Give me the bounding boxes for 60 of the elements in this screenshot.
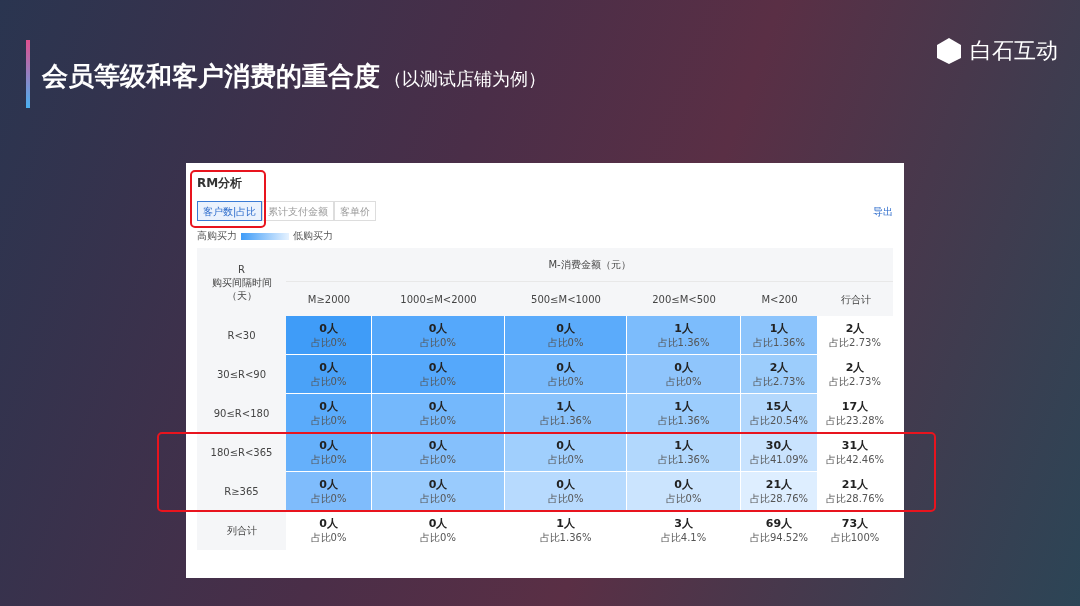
table-cell: 0人 占比0% bbox=[627, 472, 741, 511]
table-cell: 0人 占比0% bbox=[372, 433, 505, 472]
table-cell: 0人 占比0% bbox=[372, 316, 505, 355]
tab[interactable]: 客单价 bbox=[334, 201, 377, 221]
row-header: R≥365 bbox=[197, 472, 286, 511]
column-header: M<200 bbox=[760, 292, 799, 307]
table-cell: 2人 占比2.73% bbox=[818, 355, 893, 394]
table-cell: 0人 占比0% bbox=[286, 355, 372, 394]
table-cell: 31人 占比42.46% bbox=[818, 433, 893, 472]
row-header: R<30 bbox=[197, 316, 286, 355]
table-cell: 1人 占比1.36% bbox=[627, 316, 741, 355]
table-cell: 0人 占比0% bbox=[627, 355, 741, 394]
column-header: M≥2000 bbox=[306, 292, 352, 307]
row-header: 30≤R<90 bbox=[197, 355, 286, 394]
table-cell: 17人 占比23.28% bbox=[818, 394, 893, 433]
table-cell: 0人 占比0% bbox=[372, 472, 505, 511]
table-cell: 2人 占比2.73% bbox=[818, 316, 893, 355]
table-cell: 30人 占比41.09% bbox=[741, 433, 818, 472]
table-cell: 2人 占比2.73% bbox=[741, 355, 818, 394]
table-cell: 0人 占比0% bbox=[505, 316, 627, 355]
table-cell: 21人 占比28.76% bbox=[741, 472, 818, 511]
column-group-header: M-消费金额（元） bbox=[286, 248, 893, 282]
table-cell: 0人 占比0% bbox=[505, 472, 627, 511]
table-cell: 1人 占比1.36% bbox=[627, 394, 741, 433]
column-header: 200≤M<500 bbox=[651, 292, 717, 307]
row-header: 列合计 bbox=[197, 511, 286, 550]
legend-label: 高购买力 bbox=[197, 230, 237, 242]
column-header: 500≤M<1000 bbox=[530, 292, 602, 307]
table-cell: 1人 占比1.36% bbox=[505, 511, 627, 550]
table-cell: 1人 占比1.36% bbox=[505, 394, 627, 433]
table-cell: 0人 占比0% bbox=[505, 433, 627, 472]
table-cell: 0人 占比0% bbox=[372, 394, 505, 433]
logo-text: 白石互动 bbox=[970, 37, 1058, 65]
table-cell: 0人 占比0% bbox=[372, 355, 505, 394]
table-cell: 21人 占比28.76% bbox=[818, 472, 893, 511]
column-header: 行合计 bbox=[839, 292, 872, 307]
row-header: 180≤R<365 bbox=[197, 433, 286, 472]
table-cell: 1人 占比1.36% bbox=[627, 433, 741, 472]
row-header-title: R 购买间隔时间 （天） bbox=[210, 262, 273, 303]
tab[interactable]: 累计支付金额 bbox=[262, 201, 335, 221]
table-cell: 0人 占比0% bbox=[286, 316, 372, 355]
table-cell: 0人 占比0% bbox=[286, 472, 372, 511]
legend-label: 低购买力 bbox=[293, 230, 333, 242]
table-cell: 0人 占比0% bbox=[505, 355, 627, 394]
table-cell: 69人 占比94.52% bbox=[741, 511, 818, 550]
column-header: 1000≤M<2000 bbox=[399, 292, 478, 307]
panel-title: RM分析 bbox=[197, 175, 244, 191]
table-cell: 0人 占比0% bbox=[372, 511, 505, 550]
row-header: 90≤R<180 bbox=[197, 394, 286, 433]
slide-subtitle: （以测试店铺为例） bbox=[384, 66, 546, 91]
table-cell: 3人 占比4.1% bbox=[627, 511, 741, 550]
slide-title: 会员等级和客户消费的重合度 bbox=[42, 59, 380, 93]
export-link[interactable]: 导出 bbox=[873, 203, 893, 219]
table-cell: 1人 占比1.36% bbox=[741, 316, 818, 355]
table-cell: 0人 占比0% bbox=[286, 433, 372, 472]
table-cell: 0人 占比0% bbox=[286, 394, 372, 433]
table-cell: 0人 占比0% bbox=[286, 511, 372, 550]
table-cell: 15人 占比20.54% bbox=[741, 394, 818, 433]
tab[interactable]: 客户数|占比 bbox=[197, 201, 263, 221]
table-cell: 73人 占比100% bbox=[818, 511, 893, 550]
